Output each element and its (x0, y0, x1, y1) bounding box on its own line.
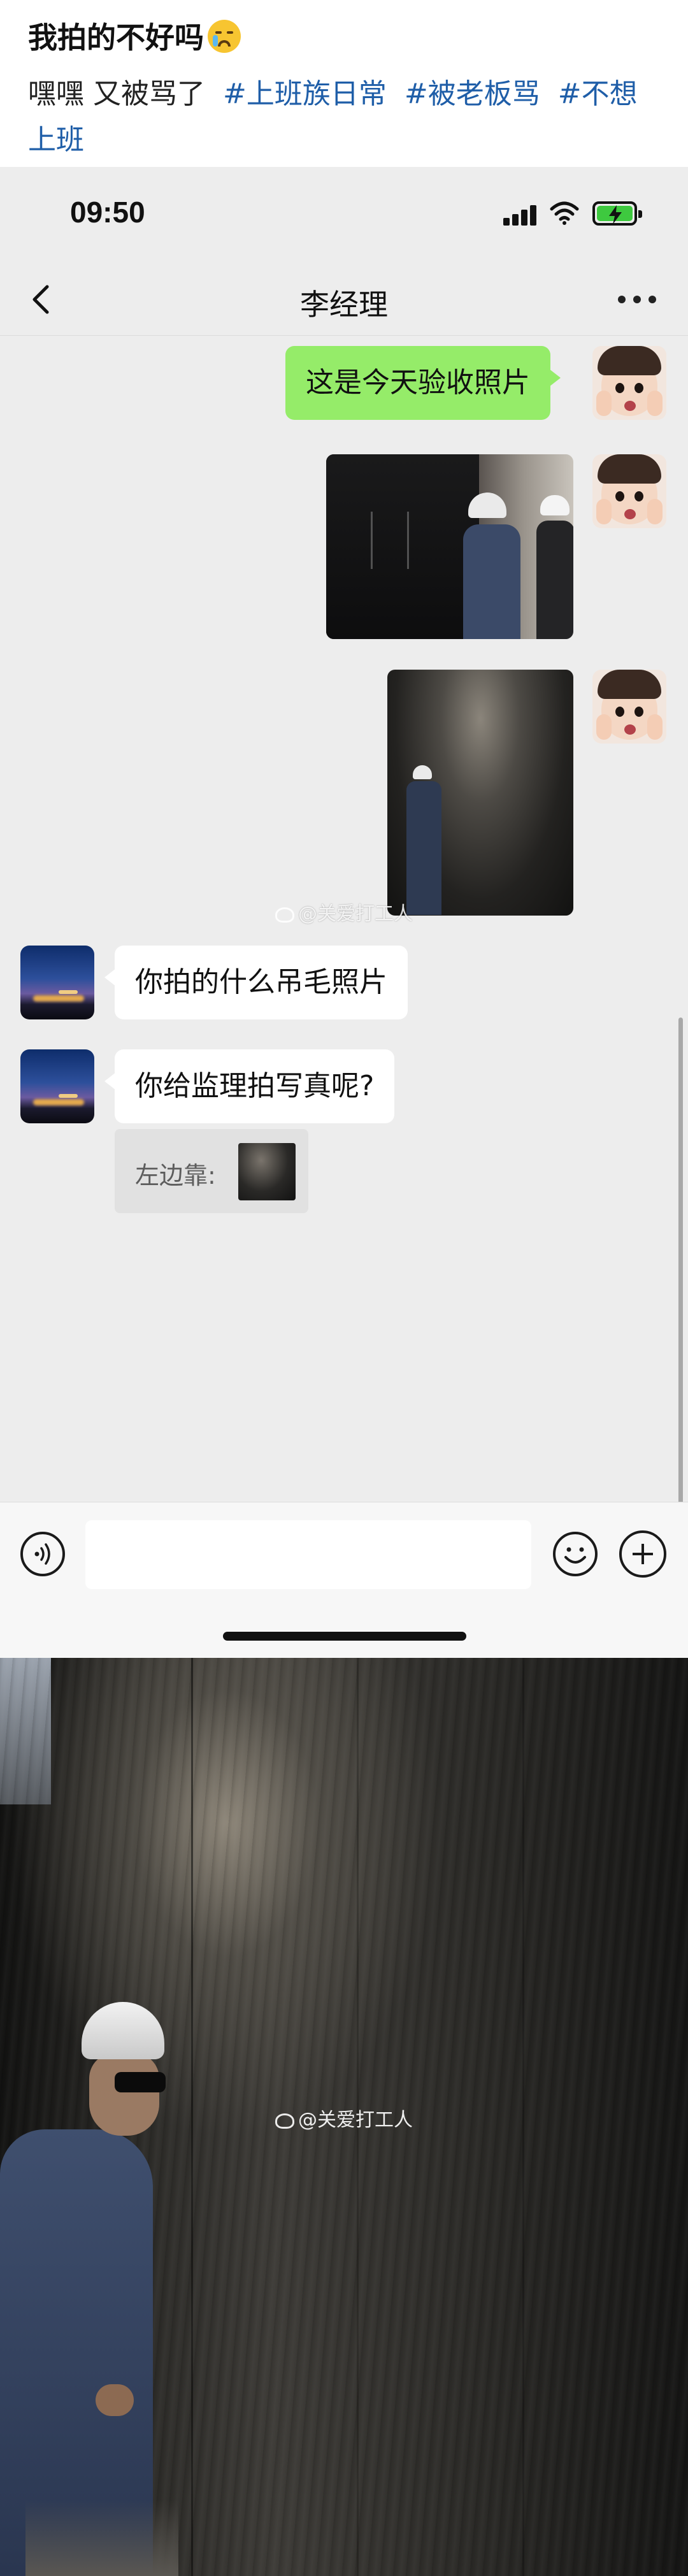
emoji-icon[interactable] (552, 1530, 599, 1578)
wifi-icon (550, 201, 579, 225)
weibo-logo-icon (275, 2113, 294, 2129)
outgoing-photo-man-by-wall[interactable] (387, 670, 573, 916)
plus-icon[interactable] (619, 1530, 666, 1578)
post-title-text: 我拍的不好吗 (28, 20, 204, 55)
watermark-text: @关爱打工人 (298, 903, 413, 925)
photo-subject-supervisor (0, 2002, 191, 2576)
post-header: 我拍的不好吗 嘿嘿 又被骂了 #上班族日常 #被老板骂 #不想上班 (0, 0, 688, 167)
my-avatar[interactable] (592, 346, 666, 420)
my-avatar[interactable] (592, 670, 666, 744)
my-avatar[interactable] (592, 454, 666, 528)
watermark-text: @关爱打工人 (298, 2109, 413, 2131)
quote-text: 左边靠: (135, 1162, 216, 1190)
hashtag-link[interactable]: #上班族日常 (223, 78, 387, 110)
contact-avatar[interactable] (20, 946, 94, 1019)
message-text: 你拍的什么吊毛照片 (135, 966, 387, 998)
weibo-logo-icon (275, 907, 294, 923)
message-text: 你给监理拍写真呢? (135, 1070, 375, 1102)
home-indicator[interactable] (223, 1632, 466, 1641)
chat-screenshot: 09:50 李经理 这是今天验收照片 @关爱打工人 你拍的什么吊毛照片 你给监理… (0, 167, 688, 1658)
incoming-message-bubble[interactable]: 你给监理拍写真呢? (104, 1049, 395, 1123)
battery-charging-icon (592, 201, 642, 226)
weibo-watermark: @关爱打工人 (275, 2104, 413, 2132)
message-text: 这是今天验收照片 (306, 366, 530, 399)
message-list: 这是今天验收照片 @关爱打工人 你拍的什么吊毛照片 你给监理拍写真呢? 左边靠: (0, 336, 688, 1655)
enlarged-photo: @关爱打工人 (0, 1658, 688, 2576)
crying-face-icon (208, 20, 241, 53)
voice-input-icon[interactable] (19, 1530, 66, 1578)
weibo-watermark: @关爱打工人 (275, 898, 413, 926)
quote-thumbnail (238, 1143, 296, 1200)
hashtag-link[interactable]: #被老板骂 (405, 78, 540, 110)
cellular-signal-icon (503, 204, 539, 226)
contact-avatar[interactable] (20, 1049, 94, 1123)
message-input-bar (0, 1502, 688, 1658)
incoming-message-bubble[interactable]: 你拍的什么吊毛照片 (104, 946, 408, 1019)
outgoing-message-bubble[interactable]: 这是今天验收照片 (285, 346, 561, 420)
chat-nav-bar: 李经理 (0, 263, 688, 336)
chat-contact-name: 李经理 (300, 287, 388, 322)
more-dots-icon[interactable] (618, 294, 656, 305)
post-body-text: 嘿嘿 又被骂了 (28, 78, 205, 110)
status-bar: 09:50 (0, 167, 688, 263)
outgoing-photo-workers[interactable] (326, 454, 573, 639)
post-body: 嘿嘿 又被骂了 #上班族日常 #被老板骂 #不想上班 (28, 71, 665, 163)
post-title: 我拍的不好吗 (28, 18, 241, 57)
message-input[interactable] (85, 1520, 531, 1589)
status-time: 09:50 (70, 196, 145, 229)
quoted-reply[interactable]: 左边靠: (115, 1129, 308, 1213)
